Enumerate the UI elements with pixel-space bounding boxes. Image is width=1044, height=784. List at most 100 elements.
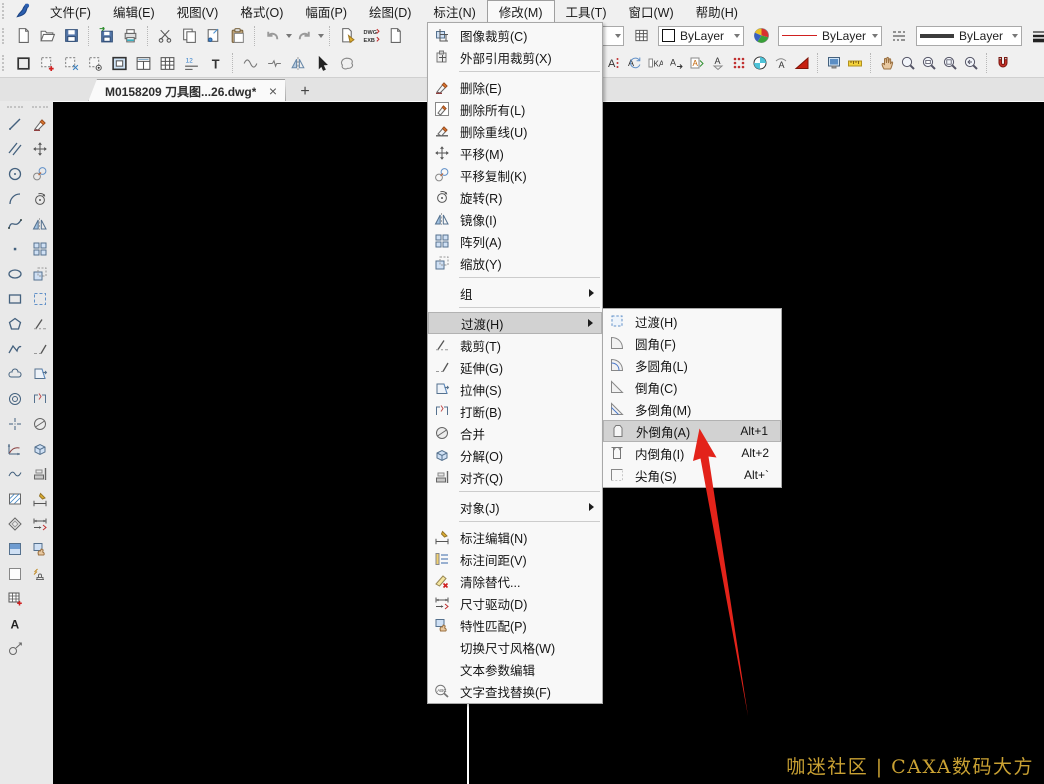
palette-button-rotate[interactable]	[29, 188, 51, 210]
toolbar-button-lineweight-settings[interactable]	[1027, 24, 1044, 48]
toolbar-button-quadrant-circle[interactable]	[749, 51, 770, 75]
toolbar-button-layer-settings[interactable]	[629, 24, 653, 48]
menu-item-explode[interactable]: 分解(O)	[428, 444, 602, 466]
menu-item-stretch[interactable]: 拉伸(S)	[428, 378, 602, 400]
menu-item-dim-drive[interactable]: 尺寸驱动(D)	[428, 592, 602, 614]
palette-button-erase[interactable]	[29, 113, 51, 135]
menubar-item-view[interactable]: 视图(V)	[166, 0, 230, 22]
palette-button-explode[interactable]	[29, 438, 51, 460]
toolbar-button-undo[interactable]	[260, 24, 284, 48]
menu-item-text-param-edit[interactable]: 文本参数编辑	[428, 658, 602, 680]
palette-button-dim-edit[interactable]	[29, 488, 51, 510]
menu-item-trim[interactable]: 裁剪(T)	[428, 334, 602, 356]
menu-item-match-properties[interactable]: 特性匹配(P)	[428, 614, 602, 636]
toolbar-button-cut[interactable]	[153, 24, 177, 48]
palette-button-hatch[interactable]	[4, 488, 26, 510]
layer-combo-partial[interactable]	[601, 26, 624, 46]
combo-caret-icon[interactable]	[872, 34, 878, 38]
toolbar-button-zoom-all[interactable]	[939, 51, 960, 75]
palette-button-arc[interactable]	[4, 188, 26, 210]
color-combo[interactable]: ByLayer	[658, 26, 744, 46]
menubar-item-file[interactable]: 文件(F)	[39, 0, 102, 22]
toolbar-button-color-wheel[interactable]	[749, 24, 773, 48]
toolbar-button-mirror-lines[interactable]	[286, 51, 310, 75]
palette-grip[interactable]	[7, 106, 23, 111]
menu-item-xref-crop[interactable]: 外部引用裁剪(X)	[428, 46, 602, 68]
submenu-item-multi-fillet[interactable]: 多圆角(L)	[603, 354, 781, 376]
combo-caret-icon[interactable]	[734, 34, 740, 38]
palette-button-scale[interactable]	[29, 263, 51, 285]
toolbar-button-frame-remove[interactable]	[59, 51, 83, 75]
palette-button-move[interactable]	[29, 138, 51, 160]
menubar-item-edit[interactable]: 编辑(E)	[102, 0, 166, 22]
palette-button-mirror[interactable]	[29, 213, 51, 235]
palette-button-circle[interactable]	[4, 163, 26, 185]
palette-button-polygon[interactable]	[4, 313, 26, 335]
menu-item-mirror[interactable]: 镜像(I)	[428, 208, 602, 230]
submenu-item-transition[interactable]: 过渡(H)	[603, 310, 781, 332]
palette-button-donut[interactable]	[4, 388, 26, 410]
toolbar-button-paste[interactable]	[225, 24, 249, 48]
menubar-grip[interactable]	[2, 3, 7, 19]
toolbar-button-redo[interactable]	[292, 24, 316, 48]
menu-item-dim-spacing[interactable]: 标注间距(V)	[428, 548, 602, 570]
toolbar-button-save-as[interactable]	[94, 24, 118, 48]
palette-button-insert-table[interactable]	[4, 588, 26, 610]
palette-button-select-box[interactable]	[29, 288, 51, 310]
toolbar-button-frame-select[interactable]	[11, 51, 35, 75]
toolbar-button-zoom-window[interactable]	[918, 51, 939, 75]
palette-button-break[interactable]	[29, 388, 51, 410]
menubar-item-format[interactable]: 格式(O)	[229, 0, 294, 22]
palette-grip[interactable]	[32, 106, 48, 111]
menu-item-array[interactable]: 阵列(A)	[428, 230, 602, 252]
menu-item-extend[interactable]: 延伸(G)	[428, 356, 602, 378]
dropdown-caret-icon[interactable]	[318, 34, 324, 38]
menu-item-merge[interactable]: 合并	[428, 422, 602, 444]
toolbar-button-new[interactable]	[11, 24, 35, 48]
menu-item-align[interactable]: 对齐(Q)	[428, 466, 602, 488]
menu-item-object[interactable]: 对象(J)	[428, 496, 602, 518]
toolbar-button-copy[interactable]	[177, 24, 201, 48]
menu-item-rotate[interactable]: 旋转(R)	[428, 186, 602, 208]
palette-button-centerline[interactable]	[4, 413, 26, 435]
toolbar-button-text-style[interactable]: A	[707, 51, 728, 75]
toolbar-button-text-rotate[interactable]: A	[623, 51, 644, 75]
palette-button-local-detail[interactable]	[4, 563, 26, 585]
toolbar-button-point-array[interactable]	[728, 51, 749, 75]
palette-button-parallel-line[interactable]	[4, 138, 26, 160]
toolbar-button-purge[interactable]	[335, 24, 359, 48]
toolbar-grip[interactable]	[2, 28, 7, 44]
palette-button-spline[interactable]	[4, 213, 26, 235]
toolbar-button-new-viewport[interactable]	[131, 51, 155, 75]
menu-item-scale[interactable]: 缩放(Y)	[428, 252, 602, 274]
submenu-item-inner-chamfer[interactable]: 内倒角(I)Alt+2	[603, 442, 781, 464]
toolbar-button-display-settings[interactable]	[823, 51, 844, 75]
palette-button-polyline[interactable]	[4, 338, 26, 360]
submenu-item-fillet[interactable]: 圆角(F)	[603, 332, 781, 354]
toolbar-button-snap[interactable]	[992, 51, 1013, 75]
toolbar-button-text[interactable]: T	[203, 51, 227, 75]
palette-button-rectangle[interactable]	[4, 288, 26, 310]
combo-caret-icon[interactable]	[615, 34, 621, 38]
toolbar-button-open[interactable]	[35, 24, 59, 48]
submenu-item-chamfer[interactable]: 倒角(C)	[603, 376, 781, 398]
palette-button-sketch[interactable]	[4, 638, 26, 660]
menu-item-erase-all[interactable]: 删除所有(L)	[428, 98, 602, 120]
new-tab-button[interactable]: +	[293, 81, 317, 102]
toolbar-button-table[interactable]	[155, 51, 179, 75]
menu-item-switch-dim-style[interactable]: 切换尺寸风格(W)	[428, 636, 602, 658]
toolbar-button-plot-doc[interactable]	[383, 24, 407, 48]
menu-item-clear-override[interactable]: 清除替代...	[428, 570, 602, 592]
document-tab[interactable]: M0158209 刀具图...26.dwg* ×	[88, 79, 286, 102]
toolbar-button-pointer[interactable]	[310, 51, 334, 75]
palette-button-trim[interactable]	[29, 313, 51, 335]
palette-button-contour[interactable]	[4, 513, 26, 535]
menu-item-image-crop[interactable]: 图像裁剪(C)	[428, 24, 602, 46]
palette-button-array[interactable]	[29, 238, 51, 260]
toolbar-button-wave-line[interactable]	[238, 51, 262, 75]
palette-button-line[interactable]	[4, 113, 26, 135]
palette-button-align[interactable]	[29, 463, 51, 485]
tab-close-icon[interactable]: ×	[269, 84, 277, 98]
menu-item-group[interactable]: 组	[428, 282, 602, 304]
palette-button-formula-curve[interactable]	[4, 438, 26, 460]
